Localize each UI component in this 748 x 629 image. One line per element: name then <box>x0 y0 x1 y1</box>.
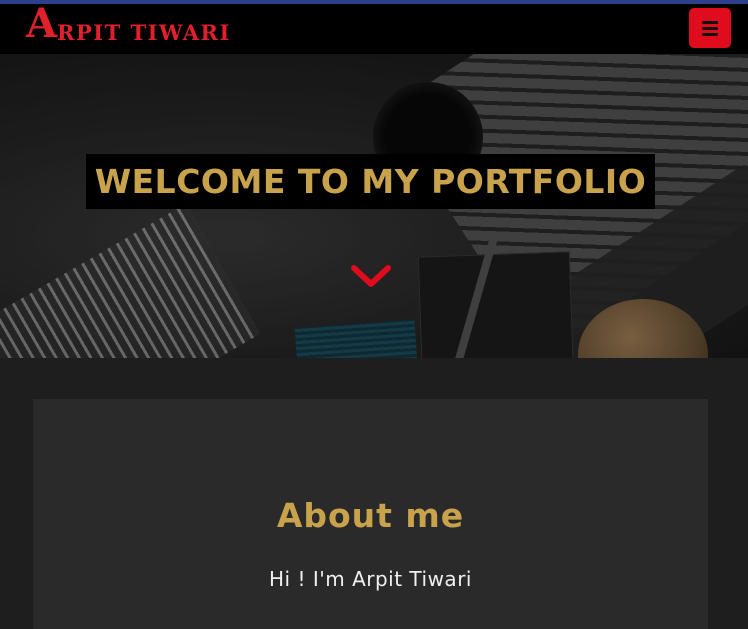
navbar: A RPIT TIWARI <box>0 4 748 54</box>
hero-banner: WELCOME TO MY PORTFOLIO <box>0 54 748 358</box>
about-section: About me Hi ! I'm Arpit Tiwari <box>33 399 708 629</box>
chevron-down-icon[interactable] <box>350 264 392 290</box>
hamburger-menu-icon <box>702 32 718 36</box>
brand-name: RPIT TIWARI <box>57 20 231 45</box>
hamburger-menu-icon <box>702 26 718 30</box>
about-title: About me <box>276 496 465 535</box>
hero-heading: WELCOME TO MY PORTFOLIO <box>94 162 647 201</box>
hamburger-menu-icon <box>702 20 718 24</box>
about-greeting: Hi ! I'm Arpit Tiwari <box>269 567 472 591</box>
hero-heading-box: WELCOME TO MY PORTFOLIO <box>86 154 655 209</box>
menu-toggle-button[interactable] <box>689 8 731 48</box>
brand-initial: A <box>26 0 58 47</box>
